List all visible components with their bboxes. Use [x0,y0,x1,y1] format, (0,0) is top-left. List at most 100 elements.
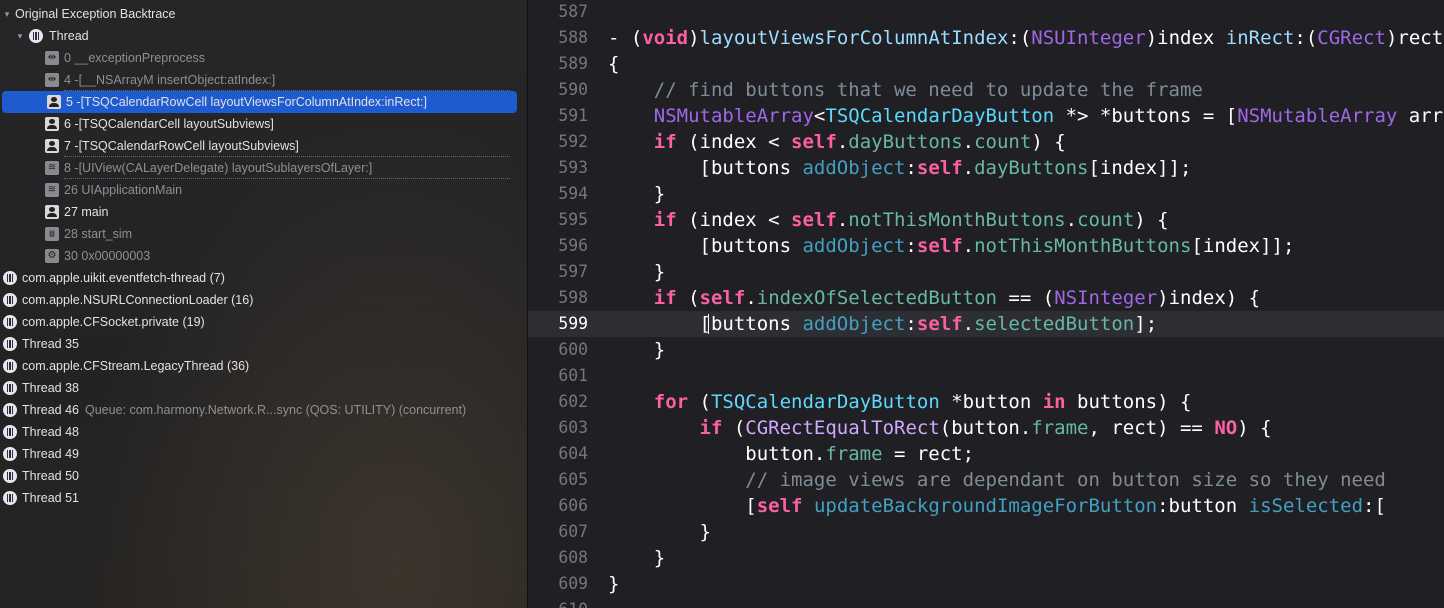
code-line[interactable]: } [608,571,619,597]
code-token: ) [688,27,700,49]
code-token: [buttons [608,313,803,335]
code-line[interactable]: { [608,51,619,77]
thread-icon [3,293,17,307]
thread-row[interactable]: com.apple.uikit.eventfetch-thread (7) [0,267,527,289]
code-line[interactable]: - (void)layoutViewsForColumnAtIndex:(NSU… [608,25,1443,51]
disclosure-triangle-icon[interactable]: ▾ [1,3,13,25]
code-token: if [653,131,677,153]
line-number: 609 [558,574,588,593]
row-label: com.apple.CFStream.LegacyThread (36) [22,359,250,373]
code-token: self [791,209,837,231]
code-line[interactable]: // image views are dependant on button s… [608,467,1386,493]
row-label: Original Exception Backtrace [15,7,176,21]
user-code-icon [45,139,59,153]
code-token: self [791,131,837,153]
code-token: (index < [676,131,792,153]
stack-frame-row[interactable]: ⇹ 4 -[__NSArrayM insertObject:atIndex:] [0,69,527,91]
thread-row[interactable]: com.apple.CFStream.LegacyThread (36) [0,355,527,377]
thread-row[interactable]: Thread 49 [0,443,527,465]
code-token: addObject [802,313,906,335]
code-line[interactable]: } [608,337,665,363]
code-line[interactable]: [self updateBackgroundImageForButton:but… [608,493,1386,519]
code-token: NSMutableArray [653,105,814,127]
line-number: 593 [558,158,588,177]
code-token: == ( [996,287,1055,309]
stack-frame-row[interactable]: Ⅲ 28 start_sim [0,223,527,245]
code-line[interactable]: if (self.indexOfSelectedButton == (NSInt… [608,285,1260,311]
thread-row[interactable]: Thread 35 [0,333,527,355]
thread-row[interactable]: Thread 48 [0,421,527,443]
stack-frame-row[interactable]: 7 -[TSQCalendarRowCell layoutSubviews] [0,135,527,157]
source-editor[interactable]: 587 588 - (void)layoutViewsForColumnAtInde… [528,0,1444,608]
line-number: 591 [558,106,588,125]
stack-frame-row[interactable]: ⚙ 30 0x00000003 [0,245,527,267]
thread-row[interactable]: Thread 38 [0,377,527,399]
stack-frame-row[interactable]: ≋ 26 UIApplicationMain [0,179,527,201]
thread-icon [3,425,17,439]
disclosure-triangle-icon[interactable]: ▾ [14,25,26,47]
stack-frame-row[interactable]: 27 main [0,201,527,223]
code-line[interactable]: [buttons addObject:self.notThisMonthButt… [608,233,1295,259]
thread-row[interactable]: ▾ Thread [0,25,527,47]
code-line[interactable]: // find buttons that we need to update t… [608,77,1203,103]
line-number: 592 [558,132,588,151]
text-cursor [708,314,709,334]
stack-frame-row[interactable]: 6 -[TSQCalendarCell layoutSubviews] [0,113,527,135]
code-token: ]; [1134,313,1158,335]
code-token: // find buttons that we need to update t… [653,79,1203,101]
code-token: if [699,417,723,439]
code-line[interactable]: NSMutableArray<TSQCalendarDayButton *> *… [608,103,1444,129]
code-token: . [745,287,757,309]
line-number: 602 [558,392,588,411]
code-line[interactable]: } [608,259,665,285]
code-token: . [836,209,849,231]
code-line[interactable]: button.frame = rect; [608,441,974,467]
code-line[interactable]: [buttons addObject:self.dayButtons[index… [608,155,1192,181]
code-token: notThisMonthButtons [848,209,1066,231]
code-line[interactable]: if (CGRectEqualToRect(button.frame, rect… [608,415,1272,441]
code-line[interactable]: } [608,519,711,545]
code-token: in [1042,391,1066,413]
stack-frame-row[interactable]: ⇹ 0 __exceptionPreprocess [0,47,527,69]
code-token: // image views are dependant on button s… [745,469,1386,491]
thread-row[interactable]: Thread 51 [0,487,527,509]
row-label: Thread 46 [22,403,79,417]
thread-row[interactable]: Thread 50 [0,465,527,487]
stack-frame-icon: ≋ [45,183,59,197]
code-token: self [916,313,963,335]
thread-icon [3,337,17,351]
code-token: ) { [1031,131,1066,153]
thread-row[interactable]: Thread 46 Queue: com.harmony.Network.R...… [0,399,527,421]
code-line[interactable]: if (index < self.notThisMonthButtons.cou… [608,207,1169,233]
code-token: :( [1008,27,1032,49]
thread-icon [29,29,43,43]
row-label: com.apple.CFSocket.private (19) [22,315,205,329]
row-label: 30 0x00000003 [64,249,151,263]
stack-frame-row[interactable]: 5 -[TSQCalendarRowCell layoutViewsForCol… [2,91,517,113]
code-token: NO [1214,417,1238,439]
thread-icon [3,271,17,285]
stack-frame-row[interactable]: ≋ 8 -[UIView(CALayerDelegate) layoutSubla… [0,157,527,179]
thread-row[interactable]: com.apple.CFSocket.private (19) [0,311,527,333]
section-header-row[interactable]: ▾ Original Exception Backtrace [0,3,527,25]
row-label: 8 -[UIView(CALayerDelegate) layoutSublay… [64,161,373,175]
thread-row[interactable]: com.apple.NSURLConnectionLoader (16) [0,289,527,311]
code-line[interactable]: } [608,545,665,571]
arrows-frame-icon: ⇹ [45,73,59,87]
line-number: 599 [558,314,588,333]
code-line[interactable]: } [608,181,665,207]
code-token: , rect) == [1088,417,1215,439]
code-token: ) { [1237,417,1272,439]
code-token: :button [1157,495,1249,517]
code-line[interactable]: if (index < self.dayButtons.count) { [608,129,1066,155]
code-line[interactable]: [buttons addObject:self.selectedButton]; [608,311,1158,337]
code-line[interactable]: for (TSQCalendarDayButton *button in but… [608,389,1192,415]
code-token: [buttons [608,157,803,179]
code-token: NSInteger [1054,287,1158,309]
line-number: 601 [558,366,588,385]
code-token: CGRectEqualToRect [745,417,940,439]
row-label: Thread 38 [22,381,79,395]
line-number: 604 [558,444,588,463]
